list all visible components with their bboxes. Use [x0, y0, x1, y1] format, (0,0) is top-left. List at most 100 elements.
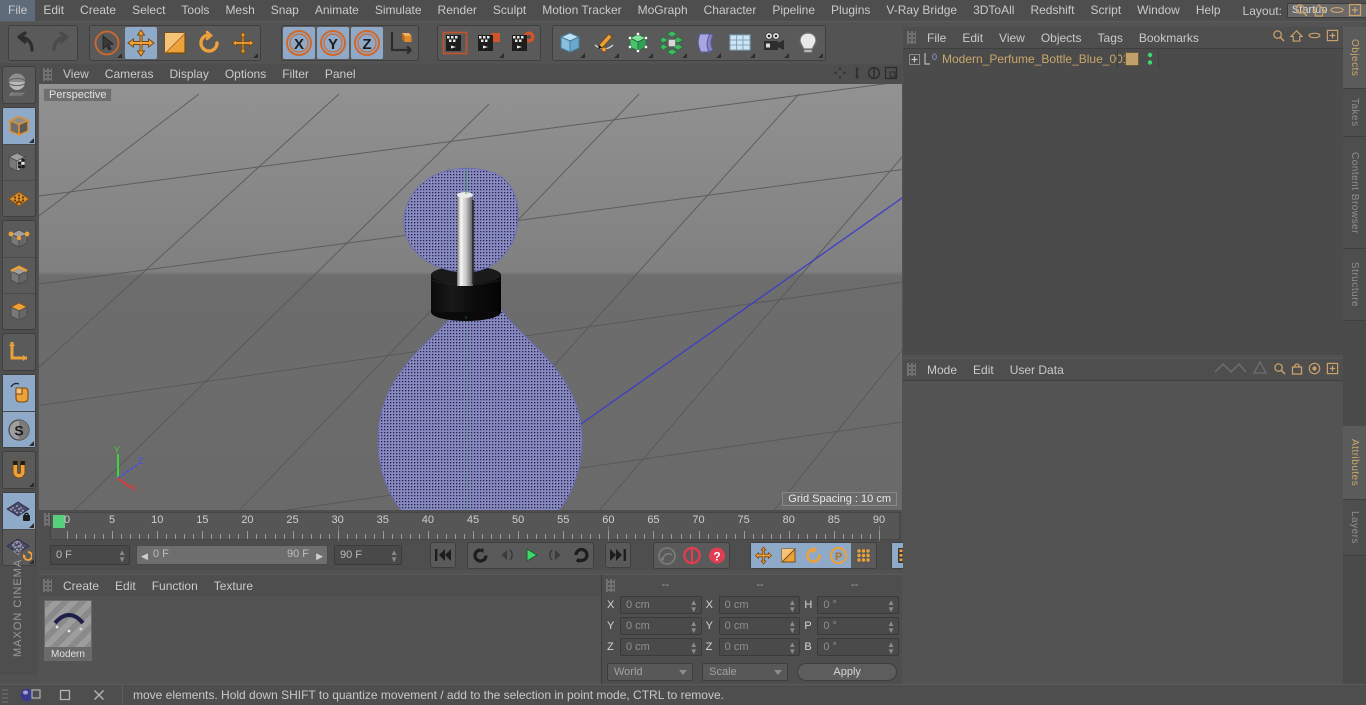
current-frame-field[interactable]: 0 F ▲ ▼: [50, 545, 130, 565]
menu-item-pipeline[interactable]: Pipeline: [764, 0, 823, 21]
step-forward-icon[interactable]: [543, 543, 568, 568]
light-icon[interactable]: [792, 27, 824, 59]
points-mode-icon[interactable]: [3, 221, 35, 257]
object-menu-bookmarks[interactable]: Bookmarks: [1131, 31, 1207, 45]
object-menu-file[interactable]: File: [919, 31, 954, 45]
object-color-swatch[interactable]: [1125, 52, 1139, 66]
enable-modeling-axis-icon[interactable]: [3, 375, 35, 411]
model-mode-icon[interactable]: [3, 108, 35, 144]
viewport-menu-cameras[interactable]: Cameras: [97, 67, 162, 81]
menu-item-plugins[interactable]: Plugins: [823, 0, 878, 21]
interpolation-icon[interactable]: [1213, 361, 1247, 375]
home-icon[interactable]: [1290, 29, 1303, 42]
viewport-menu-options[interactable]: Options: [217, 67, 274, 81]
step-back-icon[interactable]: [493, 543, 518, 568]
attribute-menu-user-data[interactable]: User Data: [1002, 363, 1072, 377]
menu-item-select[interactable]: Select: [124, 0, 173, 21]
object-menu-objects[interactable]: Objects: [1033, 31, 1090, 45]
play-forward-icon[interactable]: [518, 543, 543, 568]
plus-box-icon[interactable]: [1326, 362, 1339, 375]
menu-item-create[interactable]: Create: [72, 0, 124, 21]
material-menu-edit[interactable]: Edit: [107, 579, 144, 593]
range-right-arrow-icon[interactable]: ▶: [316, 551, 323, 562]
eye-icon[interactable]: [1308, 31, 1321, 40]
expand-plus-icon[interactable]: [909, 53, 920, 65]
coord-input-rot-b[interactable]: 0 ° ▲ ▼: [817, 638, 900, 656]
spinner-icon[interactable]: ▲ ▼: [887, 599, 895, 614]
camera-icon[interactable]: [758, 27, 790, 59]
search-icon[interactable]: [1294, 3, 1308, 17]
spinner-icon[interactable]: ▲ ▼: [690, 641, 698, 656]
panel-grip-icon[interactable]: [606, 578, 615, 592]
maximize-view-icon[interactable]: [884, 66, 898, 80]
loop-icon[interactable]: [568, 543, 593, 568]
play-backwards-loop-icon[interactable]: [468, 543, 493, 568]
menu-item-sculpt[interactable]: Sculpt: [485, 0, 534, 21]
scene-floor-icon[interactable]: [724, 27, 756, 59]
tab-content-browser[interactable]: Content Browser: [1343, 137, 1366, 249]
object-row[interactable]: 0 Modern_Perfume_Bottle_Blue_001: [903, 49, 1343, 69]
coord-input-size-z[interactable]: 0 cm ▲ ▼: [718, 638, 801, 656]
material-preview-swatch[interactable]: [44, 600, 92, 648]
coord-space-dropdown[interactable]: World: [607, 663, 694, 681]
goto-end-icon[interactable]: [605, 542, 631, 568]
redo-icon[interactable]: [44, 27, 76, 59]
statusbar-grip-icon[interactable]: [2, 687, 8, 703]
nurbs-icon[interactable]: [622, 27, 654, 59]
cone-icon[interactable]: [1252, 361, 1268, 375]
rotate-view-icon[interactable]: [867, 66, 881, 80]
spinner-icon[interactable]: ▲ ▼: [390, 549, 398, 564]
panel-grip-icon[interactable]: [907, 363, 916, 376]
close-icon[interactable]: [82, 685, 116, 705]
tab-attributes[interactable]: Attributes: [1343, 426, 1366, 500]
object-menu-edit[interactable]: Edit: [954, 31, 991, 45]
cube-primitive-icon[interactable]: [554, 27, 586, 59]
object-menu-view[interactable]: View: [991, 31, 1033, 45]
undo-icon[interactable]: [10, 27, 42, 59]
texture-mode-icon[interactable]: [3, 144, 35, 180]
minimize-icon[interactable]: [48, 685, 82, 705]
attribute-manager-body[interactable]: [903, 380, 1343, 685]
live-selection-icon[interactable]: [91, 27, 123, 59]
pla-key-icon[interactable]: [851, 543, 876, 568]
timeline-ruler[interactable]: 0 5 10 15 20 25 30 35 40 45 50 55 60 65 70 75 80 85 90: [50, 512, 900, 541]
coord-input-pos-y[interactable]: 0 cm ▲ ▼: [620, 617, 702, 635]
menu-item-edit[interactable]: Edit: [35, 0, 72, 21]
coord-input-rot-p[interactable]: 0 ° ▲ ▼: [817, 617, 900, 635]
rotation-key-icon[interactable]: [801, 542, 826, 568]
panel-grip-icon[interactable]: [43, 67, 52, 81]
move-duplicate-icon[interactable]: [227, 27, 259, 59]
plus-box-icon[interactable]: [1326, 29, 1339, 42]
autokeying-icon[interactable]: [679, 543, 704, 568]
viewport-menu-filter[interactable]: Filter: [274, 67, 317, 81]
array-modeling-icon[interactable]: [656, 27, 688, 59]
material-menu-create[interactable]: Create: [55, 579, 107, 593]
render-view-icon[interactable]: [439, 27, 471, 59]
x-axis-icon[interactable]: X: [283, 27, 315, 59]
soft-selection-icon[interactable]: S: [3, 411, 35, 447]
record-key-icon[interactable]: [654, 543, 679, 568]
viewport-menu-panel[interactable]: Panel: [317, 67, 364, 81]
coord-input-pos-z[interactable]: 0 cm ▲ ▼: [620, 638, 702, 656]
z-axis-icon[interactable]: Z: [351, 27, 383, 59]
spinner-icon[interactable]: ▲ ▼: [788, 641, 796, 656]
coord-input-pos-x[interactable]: 0 cm ▲ ▼: [620, 596, 702, 614]
spinner-icon[interactable]: ▲ ▼: [887, 620, 895, 635]
pan-icon[interactable]: [833, 66, 847, 80]
scale-icon[interactable]: [159, 27, 191, 59]
spinner-icon[interactable]: ▲ ▼: [788, 620, 796, 635]
tab-takes[interactable]: Takes: [1343, 89, 1366, 137]
object-menu-tags[interactable]: Tags: [1090, 31, 1131, 45]
coord-input-rot-h[interactable]: 0 ° ▲ ▼: [817, 596, 900, 614]
spinner-icon[interactable]: ▲ ▼: [690, 620, 698, 635]
material-item[interactable]: Modern: [44, 600, 92, 661]
panel-grip-icon[interactable]: [43, 579, 52, 592]
menu-item-window[interactable]: Window: [1129, 0, 1188, 21]
deformed-mesh-icon[interactable]: [3, 180, 35, 216]
menu-item-snap[interactable]: Snap: [263, 0, 307, 21]
maximize-icon[interactable]: [1348, 3, 1362, 17]
menu-item-render[interactable]: Render: [430, 0, 485, 21]
menu-item-script[interactable]: Script: [1082, 0, 1129, 21]
polygons-mode-icon[interactable]: [3, 293, 35, 329]
viewport-3d[interactable]: Perspective Grid Spacing : 10 cm Y Z X: [39, 84, 902, 510]
